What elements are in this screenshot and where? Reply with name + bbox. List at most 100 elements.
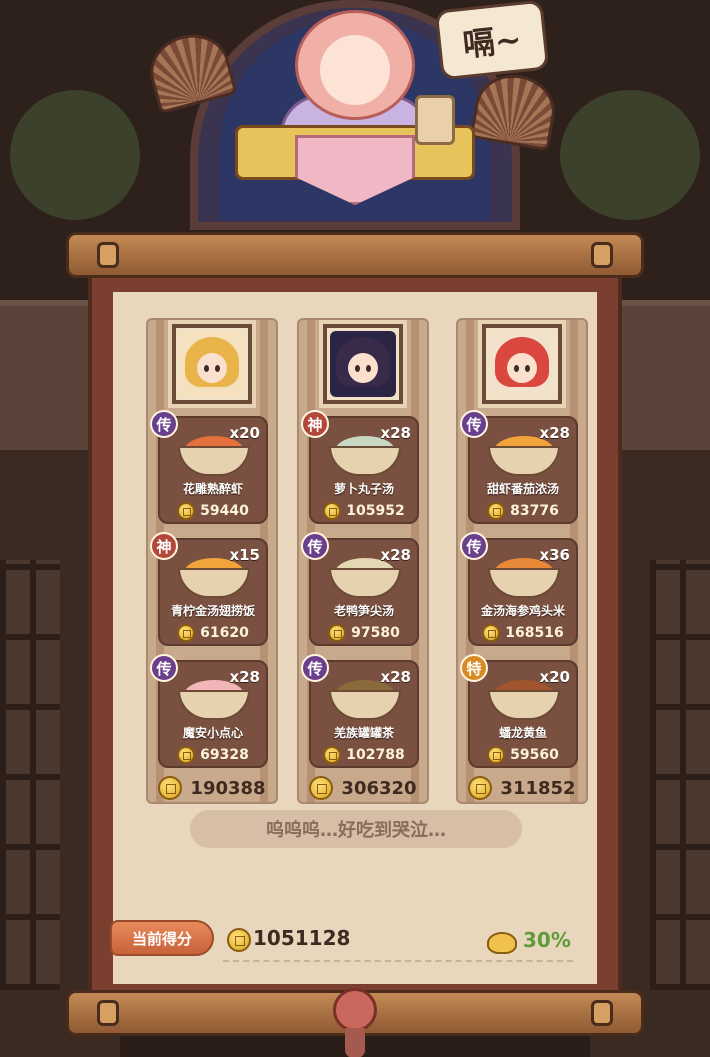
customer-portrait[interactable] <box>323 324 403 404</box>
customer-column-2: 神 x28 萝卜丸子汤 105952 传 x28 老鸭笋尖汤 97580 传 x… <box>297 318 429 804</box>
current-score-label: 当前得分 <box>110 920 214 956</box>
dish-quantity: x20 <box>539 668 570 686</box>
dish-price-row: 102788 <box>311 746 417 764</box>
bonus-ingot-icon <box>487 932 517 954</box>
dish-price-row: 69328 <box>160 746 266 764</box>
dish-price-row: 59560 <box>470 746 576 764</box>
dish-name: 羌族罐罐茶 <box>333 726 394 740</box>
dish-card[interactable]: 特 x20 蟠龙黄鱼 59560 <box>460 654 578 768</box>
coin-icon <box>177 746 196 764</box>
column-total-value: 306320 <box>341 777 417 799</box>
bonus-percent: 30% <box>523 928 571 952</box>
tier-badge: 神 <box>150 532 178 560</box>
tier-badge: 神 <box>301 410 329 438</box>
dish-quantity: x28 <box>539 424 570 442</box>
customer-column-3: 传 x28 甜虾番茄浓汤 83776 传 x36 金汤海参鸡头米 168516 … <box>456 318 588 804</box>
dish-price: 83776 <box>510 503 559 519</box>
customer-portrait[interactable] <box>172 324 252 404</box>
dish-price-row: 168516 <box>470 624 576 642</box>
coin-icon <box>177 624 196 642</box>
current-score-value: 1051128 <box>253 926 351 950</box>
dish-card[interactable]: 传 x28 魔安小点心 69328 <box>150 654 268 768</box>
tier-badge: 传 <box>301 654 329 682</box>
dish-price: 59560 <box>510 747 559 763</box>
dish-name: 魔安小点心 <box>182 726 243 740</box>
left-lattice-window <box>0 560 60 990</box>
knot-ornament <box>328 988 382 1057</box>
coin-icon <box>158 776 183 800</box>
rod-knob-left <box>97 242 119 268</box>
dish-bowl <box>488 568 560 598</box>
column-total: 306320 <box>299 776 427 800</box>
coin-icon <box>323 746 342 764</box>
portrait-eye <box>215 365 220 372</box>
dish-bowl <box>488 690 560 720</box>
portrait-avatar <box>330 331 396 397</box>
tier-badge: 传 <box>150 654 178 682</box>
dish-price: 97580 <box>351 625 400 641</box>
dish-name: 花雕熟醉虾 <box>182 482 243 496</box>
customer-portrait[interactable] <box>482 324 562 404</box>
dish-quantity: x36 <box>539 546 570 564</box>
dish-name: 金汤海参鸡头米 <box>480 604 565 618</box>
dish-quantity: x28 <box>380 424 411 442</box>
dish-card[interactable]: 神 x28 萝卜丸子汤 105952 <box>301 410 419 524</box>
portrait-eye <box>355 365 360 372</box>
dish-quantity: x28 <box>380 668 411 686</box>
speech-bubble: 嗝~ <box>434 0 550 81</box>
portrait-avatar <box>179 331 245 397</box>
dish-price-row: 83776 <box>470 502 576 520</box>
dish-name: 萝卜丸子汤 <box>333 482 394 496</box>
dish-name: 蟠龙黄鱼 <box>498 726 547 740</box>
dish-card[interactable]: 传 x28 老鸭笋尖汤 97580 <box>301 532 419 646</box>
dish-price: 61620 <box>200 625 249 641</box>
dish-bowl <box>329 690 401 720</box>
coin-icon <box>323 502 342 520</box>
dish-quantity: x28 <box>380 546 411 564</box>
customer-face <box>320 35 390 105</box>
dish-price-row: 59440 <box>160 502 266 520</box>
stacked-bowls <box>415 95 455 145</box>
dish-bowl <box>488 446 560 476</box>
dish-price-row: 105952 <box>311 502 417 520</box>
column-total-value: 190388 <box>190 777 266 799</box>
scroll-rod-top <box>66 232 644 278</box>
coin-icon <box>487 746 506 764</box>
dish-bowl <box>178 568 250 598</box>
dish-card[interactable]: 传 x20 花雕熟醉虾 59440 <box>150 410 268 524</box>
tier-badge: 传 <box>460 410 488 438</box>
portrait-eye <box>204 365 209 372</box>
dish-price: 168516 <box>505 625 564 641</box>
dish-card[interactable]: 传 x28 甜虾番茄浓汤 83776 <box>460 410 578 524</box>
dish-card[interactable]: 传 x28 羌族罐罐茶 102788 <box>301 654 419 768</box>
dish-bowl <box>329 446 401 476</box>
coin-icon <box>227 928 251 952</box>
tier-badge: 传 <box>460 532 488 560</box>
dish-quantity: x28 <box>229 668 260 686</box>
tier-badge: 特 <box>460 654 488 682</box>
dish-quantity: x15 <box>229 546 260 564</box>
dish-bowl <box>178 690 250 720</box>
column-total: 311852 <box>458 776 586 800</box>
speech-bubble-text: 嗝~ <box>460 20 524 64</box>
dish-price: 59440 <box>200 503 249 519</box>
knot-icon <box>333 988 377 1032</box>
column-total-value: 311852 <box>500 777 576 799</box>
dish-name: 老鸭笋尖汤 <box>333 604 394 618</box>
dish-card[interactable]: 神 x15 青柠金汤翅捞饭 61620 <box>150 532 268 646</box>
portrait-eye <box>525 365 530 372</box>
customer-column-1: 传 x20 花雕熟醉虾 59440 神 x15 青柠金汤翅捞饭 61620 传 … <box>146 318 278 804</box>
dish-card[interactable]: 传 x36 金汤海参鸡头米 168516 <box>460 532 578 646</box>
portrait-face <box>197 353 227 383</box>
dish-price-row: 61620 <box>160 624 266 642</box>
dish-bowl <box>329 568 401 598</box>
coin-icon <box>487 502 506 520</box>
portrait-face <box>348 353 378 383</box>
customer-quote: 呜呜呜…好吃到哭泣… <box>190 810 522 848</box>
portrait-eye <box>366 365 371 372</box>
portrait-eye <box>514 365 519 372</box>
tier-badge: 传 <box>150 410 178 438</box>
dish-name: 甜虾番茄浓汤 <box>486 482 559 496</box>
portrait-avatar <box>489 331 555 397</box>
coin-icon <box>482 624 501 642</box>
